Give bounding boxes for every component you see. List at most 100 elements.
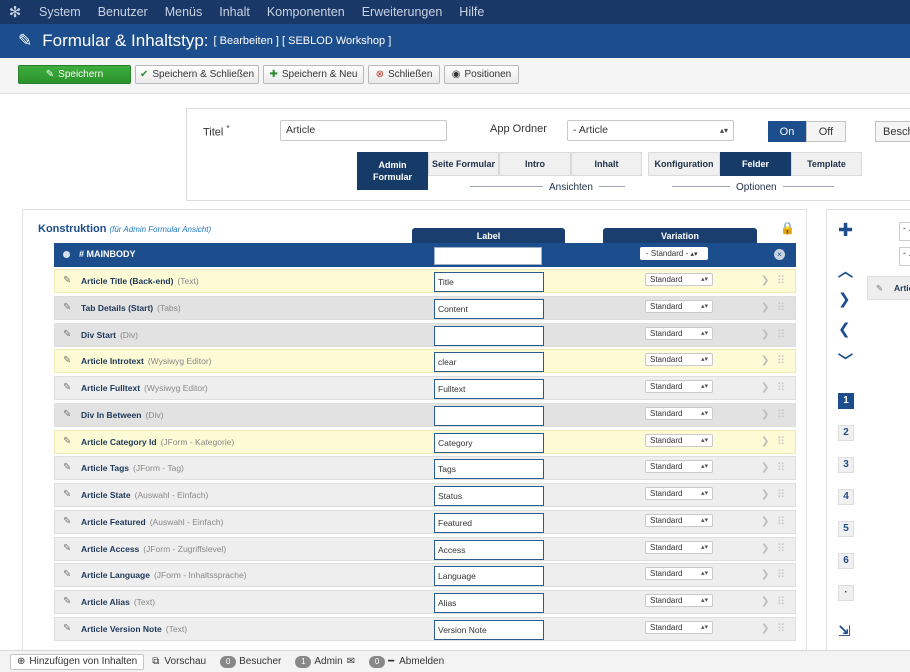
field-variation-select[interactable]: Standard ▴▾ [645,433,713,447]
move-right-icon[interactable]: ❯ [838,290,851,308]
page-button-1[interactable]: 1 [838,393,854,409]
drag-handle-icon[interactable]: ⠿ [777,435,785,448]
menu-extensions[interactable]: Erweiterungen [353,0,451,24]
field-label-input[interactable]: Title [434,272,544,292]
field-variation-select[interactable]: Standard ▴▾ [645,273,713,286]
edit-pencil-icon[interactable]: ✎ [63,302,71,313]
tab-admin-form[interactable]: Admin Formular [357,152,428,190]
chevron-right-icon[interactable]: ❯ [761,489,769,500]
field-variation-select[interactable]: Standard ▴▾ [645,540,713,554]
chevron-right-icon[interactable]: ❯ [761,462,769,473]
edit-pencil-icon[interactable]: ✎ [63,516,71,527]
field-label-input[interactable]: Category [434,432,544,453]
position-variation-select[interactable]: - Standard - ▴▾ [640,247,708,260]
field-variation-select[interactable]: Standard ▴▾ [645,567,713,581]
field-label-input[interactable]: Featured [434,512,544,533]
chevron-right-icon[interactable]: ❯ [761,382,769,393]
available-field-row[interactable]: ✎ Artic [867,276,910,300]
folder-select[interactable]: - Article ▴▾ [567,120,734,141]
edit-pencil-icon[interactable]: ✎ [63,382,71,393]
page-button-5[interactable]: 5 [838,521,854,537]
position-label-input[interactable] [434,247,542,265]
field-variation-select[interactable]: Standard ▴▾ [645,487,713,500]
edit-pencil-icon[interactable]: ✎ [63,489,71,500]
field-row[interactable]: ✎ Article Featured (Auswahl - Einfach) Feat… [54,509,796,534]
menu-system[interactable]: System [30,0,89,24]
move-bottom-icon[interactable]: ⇲ [838,622,851,640]
menu-users[interactable]: Benutzer [89,0,156,24]
edit-pencil-icon[interactable]: ✎ [63,543,71,554]
field-row[interactable]: ✎ Div Start (Div) Standard ▴▾ ❯ ⠿ [54,322,796,347]
off-toggle[interactable]: Off [806,121,846,142]
field-label-input[interactable]: Alias [434,593,544,613]
drag-handle-icon[interactable]: ⠿ [777,461,785,474]
chevron-right-icon[interactable]: ❯ [761,302,769,313]
field-variation-select[interactable]: Standard ▴▾ [645,460,713,474]
positions-button[interactable]: ◉ Positionen [444,65,519,84]
tab-configuration[interactable]: Konfiguration [648,152,720,176]
field-variation-select[interactable]: Standard ▴▾ [645,513,713,527]
chevron-right-icon[interactable]: ❯ [761,355,769,366]
edit-pencil-icon[interactable]: ✎ [63,275,71,286]
chevron-right-icon[interactable]: ❯ [761,516,769,527]
field-label-input[interactable]: Language [434,566,544,587]
edit-pencil-icon[interactable]: ✎ [63,329,71,340]
filter-select-b[interactable]: - . [899,247,910,266]
on-toggle[interactable]: On [768,121,806,142]
lock-icon[interactable]: 🔒 [780,221,795,235]
field-variation-select[interactable]: Standard ▴▾ [645,299,713,313]
field-row[interactable]: ✎ Article State (Auswahl - Einfach) Status S… [54,483,796,507]
tab-site-form[interactable]: Seite Formular [428,152,499,176]
menu-menus[interactable]: Menüs [156,0,211,24]
field-variation-select[interactable]: Standard ▴▾ [645,594,713,607]
field-label-input[interactable] [434,405,544,426]
page-button-6[interactable]: 6 [838,553,854,569]
edit-pencil-icon[interactable]: ✎ [63,462,71,473]
logout-link[interactable]: Abmelden [399,656,444,667]
edit-pencil-icon[interactable]: ✎ [63,436,71,447]
edit-pencil-icon[interactable]: ✎ [63,569,71,580]
menu-content[interactable]: Inhalt [210,0,258,24]
page-button-4[interactable]: 4 [838,489,854,505]
chevron-right-icon[interactable]: ❯ [761,436,769,447]
field-row[interactable]: ✎ Article Introtext (Wysiwyg Editor) clear S… [54,349,796,374]
chevron-right-icon[interactable]: ❯ [761,543,769,554]
menu-components[interactable]: Komponenten [258,0,353,24]
save-new-button[interactable]: ✚ Speichern & Neu [263,65,364,84]
field-label-input[interactable]: Tags [434,459,544,480]
move-left-icon[interactable]: ❮ [838,320,851,338]
chevron-right-icon[interactable]: ❯ [761,596,769,607]
tab-content[interactable]: Inhalt [571,152,642,176]
messages-status[interactable]: 0 ━ Abmelden [363,655,444,668]
field-row[interactable]: ✎ Article Language (JForm - Inhaltssprache… [54,563,796,588]
title-input[interactable]: Article [280,120,447,141]
chevron-right-icon[interactable]: ❯ [761,569,769,580]
edit-pencil-icon[interactable]: ✎ [63,623,71,634]
filter-select-a[interactable]: - . [899,222,910,241]
tab-template[interactable]: Template [791,152,862,176]
tab-intro[interactable]: Intro [499,152,571,176]
field-variation-select[interactable]: Standard ▴▾ [645,406,713,420]
edit-pencil-icon[interactable]: ✎ [63,409,71,420]
field-row[interactable]: ✎ Article Tags (JForm - Tag) Tags Standard ▴▾… [54,456,796,481]
close-button[interactable]: ⊗ Schließen [368,65,440,84]
field-label-input[interactable]: Content [434,298,544,319]
menu-help[interactable]: Hilfe [450,0,492,24]
move-up-icon[interactable]: ︿ [838,260,853,281]
drag-handle-icon[interactable]: ⠿ [777,301,785,314]
field-variation-select[interactable]: Standard ▴▾ [645,620,713,634]
position-remove-icon[interactable]: × [774,249,785,260]
drag-handle-icon[interactable]: ⠿ [777,568,785,581]
field-label-input[interactable]: Version Note [434,619,544,640]
page-button-3[interactable]: 3 [838,457,854,473]
page-button-2[interactable]: 2 [838,425,854,441]
field-label-input[interactable]: Access [434,539,544,560]
chevron-right-icon[interactable]: ❯ [761,623,769,634]
field-row[interactable]: ✎ Tab Details (Start) (Tabs) Content Standar… [54,295,796,320]
save-close-button[interactable]: ✔ Speichern & Schließen [135,65,259,84]
edit-pencil-icon[interactable]: ✎ [63,355,71,366]
drag-handle-icon[interactable]: ⠿ [777,408,785,421]
preview-link[interactable]: ⧉ Vorschau [152,656,206,667]
edit-pencil-icon[interactable]: ✎ [63,596,71,607]
field-row[interactable]: ✎ Article Alias (Text) Alias Standard ▴▾ ❯ ⠿ [54,590,796,614]
